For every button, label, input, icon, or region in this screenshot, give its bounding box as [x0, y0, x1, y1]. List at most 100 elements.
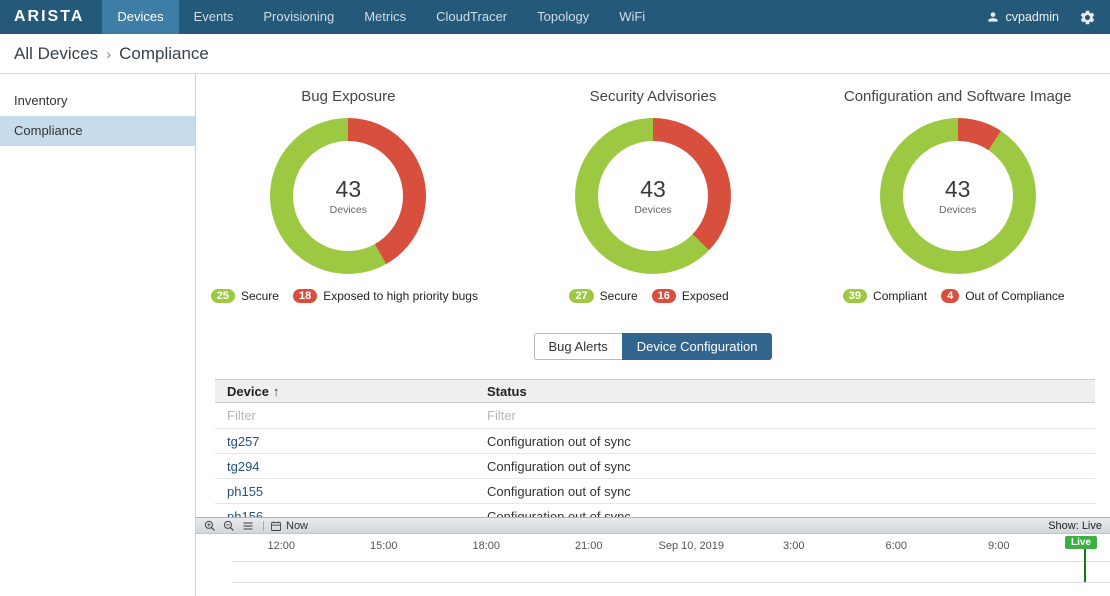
nav-item-wifi[interactable]: WiFi	[604, 0, 660, 34]
timeline-menu-button[interactable]	[242, 520, 254, 532]
nav-item-cloudtracer[interactable]: CloudTracer	[421, 0, 522, 34]
table-tabs: Bug Alerts Device Configuration	[196, 333, 1110, 360]
chart-title: Bug Exposure	[196, 88, 501, 105]
tick-label: 6:00	[845, 540, 948, 552]
tick-label: 12:00	[230, 540, 333, 552]
tab-bug-alerts[interactable]: Bug Alerts	[534, 333, 622, 360]
column-header-device[interactable]: Device↑	[215, 384, 475, 399]
timeline-panel: Now Show: Live 12:00 15:00 18:00 21:00 S…	[196, 517, 1110, 596]
user-menu[interactable]: cvpadmin	[970, 10, 1076, 24]
settings-button[interactable]	[1075, 9, 1110, 26]
device-total: 43	[945, 176, 971, 203]
device-filter-input[interactable]	[227, 408, 450, 423]
live-marker-pin	[1084, 549, 1086, 582]
legend-badge-compliant: 39	[843, 289, 867, 303]
legend-badge-exposed: 16	[652, 289, 676, 303]
donut-config-software-image: 43 Devices	[880, 118, 1036, 274]
compliance-charts: Bug Exposure 43 Devices 25 Secure 18 Exp…	[196, 74, 1110, 303]
nav-item-devices[interactable]: Devices	[102, 0, 178, 34]
username: cvpadmin	[1006, 10, 1060, 24]
header-right: cvpadmin	[970, 0, 1110, 34]
zoom-out-icon	[223, 520, 235, 532]
donut-center: 43 Devices	[293, 141, 403, 251]
calendar-icon	[270, 520, 282, 532]
legend-label-secure: Secure	[241, 289, 279, 303]
legend-label-exposed: Exposed	[682, 289, 729, 303]
chart-title: Configuration and Software Image	[805, 88, 1110, 105]
nav-item-provisioning[interactable]: Provisioning	[248, 0, 349, 34]
table-row[interactable]: tg294 Configuration out of sync	[215, 454, 1095, 479]
donut-center: 43 Devices	[598, 141, 708, 251]
tick-label: 3:00	[743, 540, 846, 552]
table-row[interactable]: ph155 Configuration out of sync	[215, 479, 1095, 504]
table-row[interactable]: tg257 Configuration out of sync	[215, 429, 1095, 454]
legend: 25 Secure 18 Exposed to high priority bu…	[196, 289, 501, 303]
chart-config-software-image: Configuration and Software Image 43 Devi…	[805, 88, 1110, 303]
device-total-label: Devices	[939, 204, 976, 216]
legend-label-secure: Secure	[600, 289, 638, 303]
user-icon	[986, 10, 1000, 24]
device-total-label: Devices	[634, 204, 671, 216]
zoom-in-button[interactable]	[204, 520, 216, 532]
legend-badge-exposed: 18	[293, 289, 317, 303]
tick-label: 15:00	[333, 540, 436, 552]
cloudvision-app: ARISTA Devices Events Provisioning Metri…	[0, 0, 1110, 596]
legend-label-exposed: Exposed to high priority bugs	[323, 289, 478, 303]
sort-asc-icon: ↑	[273, 384, 280, 399]
chart-bug-exposure: Bug Exposure 43 Devices 25 Secure 18 Exp…	[196, 88, 501, 303]
device-link[interactable]: tg257	[227, 434, 260, 449]
chart-title: Security Advisories	[501, 88, 806, 105]
timeline-gridline	[233, 561, 1110, 562]
column-header-status[interactable]: Status	[475, 384, 1095, 399]
tick-label: Sep 10, 2019	[640, 540, 743, 552]
table-header-row: Device↑ Status	[215, 380, 1095, 403]
device-status: Configuration out of sync	[475, 484, 1095, 499]
device-status: Configuration out of sync	[475, 434, 1095, 449]
zoom-in-icon	[204, 520, 216, 532]
nav-item-events[interactable]: Events	[179, 0, 249, 34]
sidebar: Inventory Compliance	[0, 74, 196, 596]
donut-center: 43 Devices	[903, 141, 1013, 251]
show-mode-control[interactable]: Show: Live	[1048, 520, 1102, 532]
timeline-toolbar: Now Show: Live	[196, 517, 1110, 534]
device-link[interactable]: ph155	[227, 484, 263, 499]
legend: 27 Secure 16 Exposed	[501, 289, 806, 303]
timeline-gridline	[233, 582, 1110, 583]
legend-label-compliant: Compliant	[873, 289, 927, 303]
toolbar-divider	[263, 521, 264, 531]
device-total-label: Devices	[330, 204, 367, 216]
sidebar-item-inventory[interactable]: Inventory	[0, 86, 195, 116]
table-filter-row	[215, 403, 1095, 429]
device-link[interactable]: tg294	[227, 459, 260, 474]
chart-security-advisories: Security Advisories 43 Devices 27 Secure…	[501, 88, 806, 303]
legend-label-out-of-compliance: Out of Compliance	[965, 289, 1064, 303]
now-label: Now	[286, 520, 308, 532]
nav-item-metrics[interactable]: Metrics	[349, 0, 421, 34]
zoom-out-button[interactable]	[223, 520, 235, 532]
menu-icon	[242, 520, 254, 532]
device-total: 43	[336, 176, 362, 203]
device-total: 43	[640, 176, 666, 203]
jump-to-now-button[interactable]: Now	[270, 520, 308, 532]
device-status-table: Device↑ Status tg257 Configuration out o…	[215, 379, 1095, 529]
nav-item-topology[interactable]: Topology	[522, 0, 604, 34]
legend-badge-secure: 27	[569, 289, 593, 303]
tick-label: 21:00	[538, 540, 641, 552]
gear-icon	[1079, 9, 1096, 26]
breadcrumb-current: Compliance	[119, 44, 209, 63]
live-marker-badge[interactable]: Live	[1065, 536, 1097, 549]
breadcrumb-separator: ›	[106, 46, 111, 63]
tick-label: 9:00	[948, 540, 1051, 552]
top-navbar: ARISTA Devices Events Provisioning Metri…	[0, 0, 1110, 34]
timeline-axis: 12:00 15:00 18:00 21:00 Sep 10, 2019 3:0…	[196, 534, 1110, 552]
breadcrumb: All Devices › Compliance	[0, 34, 1110, 74]
breadcrumb-all-devices[interactable]: All Devices	[14, 44, 98, 63]
legend-badge-secure: 25	[211, 289, 235, 303]
donut-security-advisories: 43 Devices	[575, 118, 731, 274]
tab-device-configuration[interactable]: Device Configuration	[622, 333, 773, 360]
donut-bug-exposure: 43 Devices	[270, 118, 426, 274]
sidebar-item-compliance[interactable]: Compliance	[0, 116, 195, 146]
legend-badge-out-of-compliance: 4	[941, 289, 959, 303]
arista-logo: ARISTA	[0, 0, 102, 34]
status-filter-input[interactable]	[487, 408, 1034, 423]
